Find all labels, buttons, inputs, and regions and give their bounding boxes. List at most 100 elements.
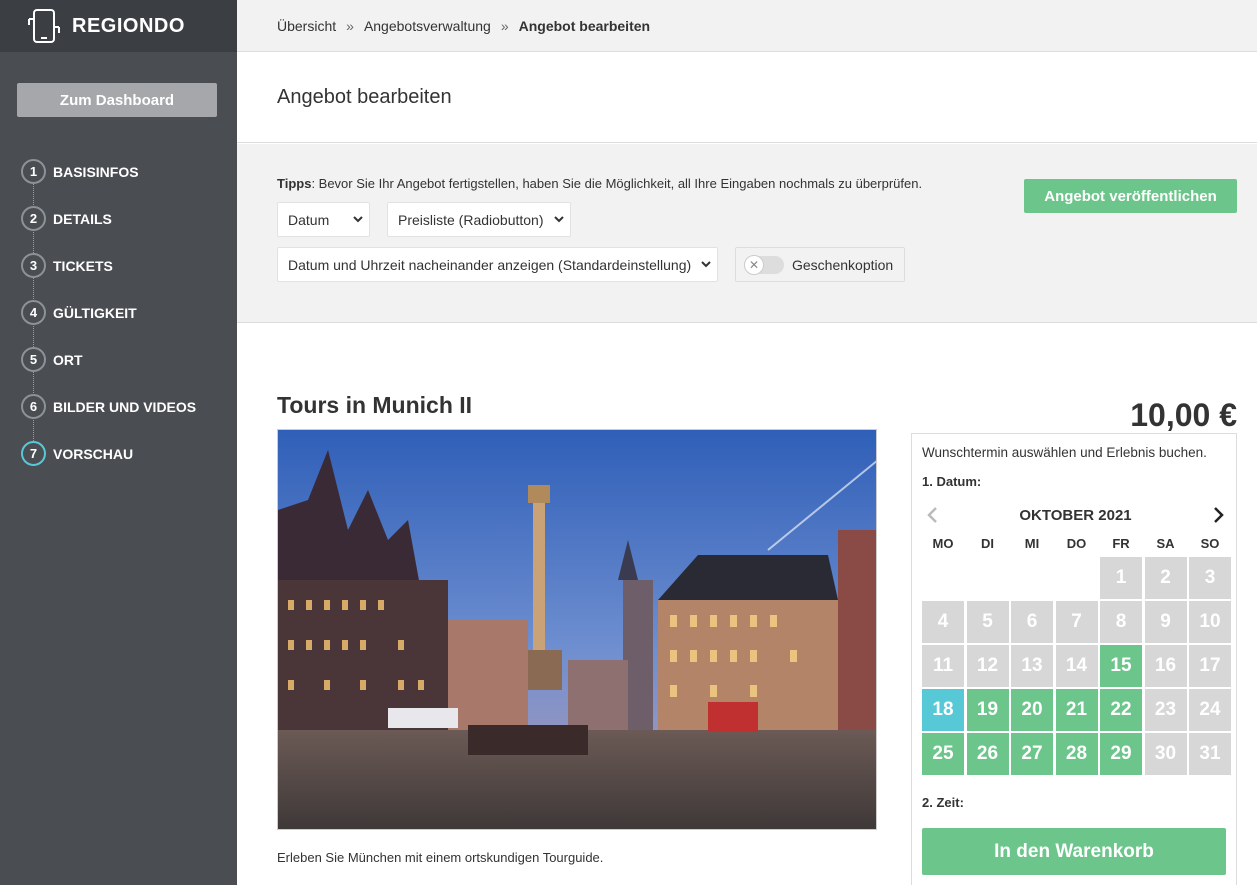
booking-intro: Wunschtermin auswählen und Erlebnis buch… [922, 445, 1207, 460]
step-label: GÜLTIGKEIT [53, 304, 137, 321]
step-vorschau[interactable]: 7 VORSCHAU [21, 430, 196, 477]
breadcrumb-item-angebotsverwaltung[interactable]: Angebotsverwaltung [364, 18, 491, 34]
step-label: BILDER UND VIDEOS [53, 398, 197, 415]
regiondo-logo-icon [28, 9, 60, 43]
calendar-day: 1 [1100, 557, 1142, 599]
weekday-label: SA [1156, 536, 1175, 551]
step-label: BASISINFOS [53, 163, 139, 180]
chevron-down-icon [701, 261, 711, 268]
calendar-day: 17 [1189, 645, 1231, 687]
pricelist-select[interactable]: Preisliste (Radiobutton) [387, 202, 571, 237]
calendar-day: 12 [966, 645, 1009, 687]
weekday-label: MO [932, 536, 954, 551]
calendar-day[interactable]: 15 [1100, 645, 1142, 687]
breadcrumb-separator: » [500, 17, 509, 34]
close-icon: ✕ [744, 254, 764, 275]
dashboard-button[interactable]: Zum Dashboard [17, 83, 217, 117]
calendar-day: 10 [1189, 601, 1231, 643]
calendar-day: 3 [1189, 557, 1231, 599]
calendar-day[interactable]: 29 [1100, 733, 1142, 775]
date-select-value: Datum [288, 211, 330, 228]
step-number: 6 [21, 394, 46, 419]
munich-marienplatz-image [278, 430, 876, 829]
step-number: 1 [21, 159, 46, 184]
calendar-day: 23 [1144, 689, 1187, 731]
calendar-day[interactable]: 19 [966, 689, 1009, 731]
page-title: Angebot bearbeiten [277, 86, 452, 108]
calendar-day: 13 [1011, 645, 1053, 687]
tips-body: : Bevor Sie Ihr Angebot fertigstellen, h… [311, 176, 923, 191]
calendar-grid: 1 2 3 4 5 6 7 8 9 10 11 12 13 14 15 16 17 18 19 20 21 22 23 24 2… [922, 557, 1231, 775]
calendar-day: 8 [1100, 601, 1142, 643]
chevron-down-icon [353, 216, 363, 223]
step-number: 3 [21, 253, 46, 278]
calendar-day: 2 [1144, 557, 1187, 599]
step-tickets[interactable]: 3 TICKETS [21, 242, 196, 289]
wizard-steps: 1 BASISINFOS 2 DETAILS 3 TICKETS 4 GÜLTI… [21, 148, 196, 477]
weekday-label: FR [1112, 536, 1130, 551]
step-bilder-und-videos[interactable]: 6 BILDER UND VIDEOS [21, 383, 196, 430]
logo-text: REGIONDO [72, 14, 185, 37]
add-to-cart-button[interactable]: In den Warenkorb [922, 828, 1226, 875]
step-basisinfos[interactable]: 1 BASISINFOS [21, 148, 196, 195]
calendar-day[interactable]: 18 [922, 689, 964, 731]
calendar-day: 14 [1055, 645, 1098, 687]
step-number: 4 [21, 300, 46, 325]
time-label: 2. Zeit: [922, 795, 964, 810]
step-label: TICKETS [53, 257, 113, 274]
gift-option-toggle[interactable]: ✕ Geschenkoption [735, 247, 905, 282]
calendar-day: 7 [1055, 601, 1098, 643]
step-ort[interactable]: 5 ORT [21, 336, 196, 383]
breadcrumb-item-current: Angebot bearbeiten [518, 17, 651, 34]
display-mode-select[interactable]: Datum und Uhrzeit nacheinander anzeigen … [277, 247, 718, 282]
calendar-empty-cell [1056, 557, 1098, 599]
sidebar: REGIONDO Zum Dashboard 1 BASISINFOS 2 DE… [0, 0, 237, 885]
calendar-day[interactable]: 26 [966, 733, 1009, 775]
breadcrumb-separator: » [346, 17, 354, 34]
calendar-day[interactable]: 20 [1011, 689, 1053, 731]
step-number: 5 [21, 347, 46, 372]
calendar-header: OKTOBER 2021 [922, 502, 1229, 528]
date-label: 1. Datum: [922, 474, 982, 489]
calendar-empty-cell [967, 557, 1009, 599]
calendar-weekdays: MO DI MI DO FR SA SO [922, 536, 1229, 551]
date-select[interactable]: Datum [277, 202, 370, 237]
calendar-day: 6 [1011, 601, 1053, 643]
step-label: DETAILS [53, 210, 112, 227]
chevron-down-icon [554, 216, 564, 223]
step-number: 7 [21, 441, 46, 466]
breadcrumb-item-uebersicht[interactable]: Übersicht [277, 18, 336, 34]
weekday-label: DO [1066, 536, 1087, 551]
weekday-label: MI [1024, 536, 1040, 551]
chevron-right-icon[interactable] [1211, 506, 1225, 524]
chevron-left-icon[interactable] [926, 506, 940, 524]
calendar-day[interactable]: 27 [1011, 733, 1053, 775]
logo-bar: REGIONDO [0, 0, 237, 52]
calendar-day: 16 [1144, 645, 1187, 687]
calendar-day: 30 [1144, 733, 1187, 775]
publish-button[interactable]: Angebot veröffentlichen [1024, 179, 1237, 213]
calendar-day[interactable]: 28 [1055, 733, 1098, 775]
calendar-day: 5 [966, 601, 1009, 643]
calendar-day: 4 [922, 601, 964, 643]
step-details[interactable]: 2 DETAILS [21, 195, 196, 242]
pricelist-select-value: Preisliste (Radiobutton) [398, 211, 544, 228]
calendar-day[interactable]: 22 [1100, 689, 1142, 731]
calendar-day: 24 [1189, 689, 1231, 731]
calendar-month: OKTOBER 2021 [1019, 506, 1132, 524]
step-gueltigkeit[interactable]: 4 GÜLTIGKEIT [21, 289, 196, 336]
tour-description: Erleben Sie München mit einem ortskundig… [277, 850, 604, 865]
toggle-switch[interactable]: ✕ [744, 254, 784, 275]
calendar-empty-cell [1011, 557, 1053, 599]
weekday-label: SO [1200, 536, 1220, 551]
calendar-day[interactable]: 21 [1055, 689, 1098, 731]
display-mode-select-value: Datum und Uhrzeit nacheinander anzeigen … [288, 256, 692, 273]
calendar-day[interactable]: 25 [922, 733, 964, 775]
step-number: 2 [21, 206, 46, 231]
calendar-empty-cell [922, 557, 964, 599]
tips-text: Tipps: Bevor Sie Ihr Angebot fertigstell… [277, 176, 922, 191]
tips-panel: Tipps: Bevor Sie Ihr Angebot fertigstell… [237, 144, 1257, 323]
gift-option-label: Geschenkoption [792, 256, 894, 273]
tour-title: Tours in Munich II [277, 392, 473, 418]
weekday-label: DI [981, 536, 994, 551]
